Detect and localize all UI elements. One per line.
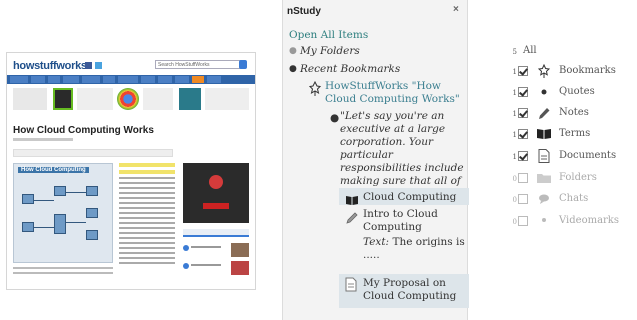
site-search-button[interactable] — [239, 60, 247, 69]
book-icon — [345, 191, 359, 205]
category-label: Videomarks — [559, 215, 619, 226]
category-count: 0 — [512, 175, 517, 183]
site-logo[interactable]: howstuffworks — [13, 60, 87, 72]
document-icon — [345, 277, 357, 292]
category-count: 1 — [512, 89, 517, 97]
promo-tile[interactable] — [179, 88, 201, 110]
bookmark-icon — [308, 80, 322, 97]
facebook-icon[interactable] — [85, 62, 92, 69]
category-label: Folders — [559, 172, 597, 183]
bookmark-icon — [536, 63, 552, 78]
site-nav-bar[interactable] — [7, 75, 255, 84]
chat-icon — [536, 192, 552, 206]
twitter-icon[interactable] — [95, 62, 102, 69]
category-label: Notes — [559, 107, 589, 118]
my-folders-label: My Folders — [300, 45, 360, 57]
pencil-icon — [536, 106, 552, 120]
pencil-icon — [345, 210, 359, 224]
nstudy-panel: nStudy × Open All Items ● My Folders ● R… — [282, 0, 469, 320]
category-label: Bookmarks — [559, 65, 616, 76]
category-count: 1 — [512, 68, 517, 76]
figure-footer — [13, 267, 113, 277]
term-item[interactable]: Cloud Computing — [363, 191, 467, 204]
close-icon[interactable]: × — [453, 4, 459, 15]
category-count: 0 — [512, 196, 517, 204]
article-toolbar[interactable] — [13, 149, 173, 157]
article-figure[interactable]: How Cloud Computing — [13, 163, 113, 263]
webpage-thumbnail: howstuffworks Search HowStuffWorks How C… — [6, 52, 256, 290]
collapsed-bullet-icon[interactable]: ● — [289, 45, 297, 58]
sidebar-tabs[interactable] — [183, 229, 249, 237]
promo-tile[interactable] — [77, 88, 113, 110]
bookmark-item[interactable]: HowStuffWorks "How Cloud Computing Works… — [325, 80, 465, 106]
quote-bullet-icon: ● — [330, 112, 340, 124]
terms-checkbox[interactable] — [518, 129, 528, 139]
quotes-checkbox[interactable] — [518, 87, 528, 97]
book-icon — [536, 127, 552, 141]
promo-tile[interactable] — [53, 88, 73, 110]
category-label: All — [523, 45, 537, 56]
category-label: Chats — [559, 193, 589, 204]
recent-bookmarks-label: Recent Bookmarks — [300, 63, 401, 75]
chats-checkbox[interactable] — [518, 194, 528, 204]
category-count: 1 — [512, 131, 517, 139]
tree-item-my-folders[interactable]: ● My Folders — [289, 45, 459, 58]
videomarks-checkbox[interactable] — [518, 216, 528, 226]
document-item[interactable]: My Proposal on Cloud Computing — [363, 277, 467, 303]
bookmarks-checkbox[interactable] — [518, 66, 528, 76]
sidebar-item[interactable] — [183, 261, 249, 275]
folder-icon — [536, 171, 552, 185]
sidebar-item[interactable] — [183, 243, 249, 257]
promo-tile[interactable] — [205, 88, 249, 110]
category-label: Terms — [559, 128, 591, 139]
promo-tile[interactable] — [117, 88, 139, 110]
article-text — [119, 163, 175, 267]
article-byline — [13, 138, 73, 141]
promo-tile[interactable] — [13, 88, 47, 110]
category-count: 1 — [512, 153, 517, 161]
site-search-input[interactable]: Search HowStuffWorks — [155, 60, 245, 69]
expanded-bullet-icon[interactable]: ● — [289, 63, 297, 76]
category-filter-pane: 5 All 1 Bookmarks 1 Quotes 1 Notes 1 Ter… — [469, 0, 637, 320]
quote-icon — [536, 85, 552, 99]
figure-caption: How Cloud Computing — [18, 167, 89, 173]
article-title: How Cloud Computing Works — [13, 125, 154, 136]
advertisement[interactable] — [183, 163, 249, 223]
notes-checkbox[interactable] — [518, 108, 528, 118]
document-icon — [536, 149, 552, 163]
category-count: 0 — [512, 218, 517, 226]
panel-title: nStudy — [287, 6, 321, 17]
tree-item-recent-bookmarks[interactable]: ● Recent Bookmarks — [289, 63, 459, 76]
note-text-row: Text: The origins is ..... — [363, 236, 467, 262]
stop-icon — [209, 175, 223, 189]
category-label: Documents — [559, 150, 617, 161]
documents-checkbox[interactable] — [518, 151, 528, 161]
category-count: 5 — [512, 48, 517, 56]
note-item[interactable]: Intro to Cloud Computing — [363, 208, 467, 234]
video-icon — [536, 214, 552, 228]
category-label: Quotes — [559, 86, 595, 97]
promo-tile[interactable] — [143, 88, 173, 110]
note-text-label: Text: — [363, 236, 390, 248]
folders-checkbox[interactable] — [518, 173, 528, 183]
open-all-items-link[interactable]: Open All Items — [289, 29, 368, 41]
category-count: 1 — [512, 110, 517, 118]
